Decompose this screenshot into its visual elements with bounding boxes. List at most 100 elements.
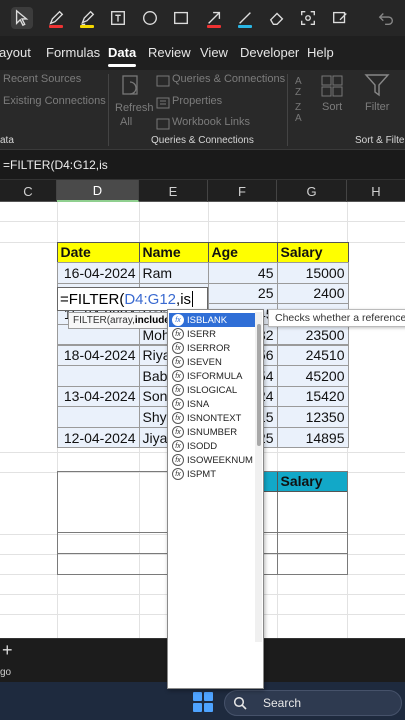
autocomplete-item[interactable]: fx ISLOGICAL [169, 383, 255, 397]
properties-button[interactable]: Properties [172, 95, 222, 107]
tab-help[interactable]: Help [307, 45, 334, 60]
table-cell[interactable]: 25 [207, 282, 278, 305]
function-fx-icon: fx [172, 314, 184, 326]
get-data-group-label: ata [0, 135, 14, 146]
column-header-e[interactable]: E [139, 180, 208, 202]
column-header-c[interactable]: C [0, 180, 57, 202]
header-age[interactable]: Age [207, 241, 278, 264]
select-cursor-icon[interactable] [11, 7, 33, 29]
autocomplete-item[interactable]: fx ISBLANK [169, 313, 255, 327]
tab-view[interactable]: View [200, 45, 228, 60]
tab-data[interactable]: Data [108, 45, 137, 67]
add-sheet-button[interactable]: + [2, 640, 13, 661]
taskbar-search-box[interactable]: Search [224, 690, 402, 716]
autocomplete-item[interactable]: fx ISNUMBER [169, 425, 255, 439]
function-fx-icon: fx [172, 412, 184, 424]
queries-connections-icon [156, 74, 170, 92]
autocomplete-item[interactable]: fx ISEVEN [169, 355, 255, 369]
table-cell[interactable]: 45200 [276, 365, 349, 387]
autocomplete-item-label: ISNA [187, 398, 210, 410]
autocomplete-item-label: ISLOGICAL [187, 384, 238, 396]
recent-sources-button[interactable]: Recent Sources [3, 73, 81, 85]
table-cell[interactable]: 12350 [276, 406, 349, 428]
sort-za-icon[interactable]: Z A [295, 102, 307, 124]
line-icon[interactable] [234, 7, 256, 29]
column-header-h[interactable]: H [347, 180, 405, 202]
table-cell[interactable]: 45 [207, 262, 278, 284]
existing-connections-button[interactable]: Existing Connections [3, 95, 106, 107]
refresh-all-icon[interactable] [120, 74, 144, 105]
arrow-icon[interactable] [203, 7, 225, 29]
tab-review[interactable]: Review [148, 45, 191, 60]
rectangle-icon[interactable] [170, 7, 192, 29]
highlighter-icon[interactable] [76, 7, 98, 29]
whiteboard-icon[interactable] [329, 7, 351, 29]
screenshot-icon[interactable] [297, 7, 319, 29]
refresh-all-label[interactable]: All [120, 116, 132, 128]
autocomplete-item[interactable]: fx ISODD [169, 439, 255, 453]
table-cell[interactable]: 12-04-2024 [56, 426, 140, 449]
autocomplete-item-label: ISEVEN [187, 356, 222, 368]
tab-developer[interactable]: Developer [240, 45, 299, 60]
table-cell[interactable]: 15000 [276, 262, 349, 284]
table-cell[interactable]: Ram [138, 262, 209, 284]
sort-dialog-icon[interactable] [320, 74, 344, 103]
function-fx-icon: fx [172, 356, 184, 368]
filter-button-label[interactable]: Filter [365, 101, 389, 113]
sort-az-icon[interactable]: A Z [295, 76, 307, 98]
header-date[interactable]: Date [56, 241, 140, 264]
autocomplete-item[interactable]: fx ISERR [169, 327, 255, 341]
drawing-toolbar [0, 0, 405, 36]
tab-formulas[interactable]: Formulas [46, 45, 100, 60]
circle-icon[interactable] [139, 7, 161, 29]
filter-funnel-icon[interactable] [364, 72, 390, 103]
autocomplete-item[interactable]: fx ISPMT [169, 467, 255, 481]
autocomplete-item[interactable]: fx ISNONTEXT [169, 411, 255, 425]
editing-cell-d13[interactable]: =FILTER(D4:G12 ,is [57, 287, 208, 311]
autocomplete-item-label: ISNONTEXT [187, 412, 242, 424]
workbook-links-icon [156, 117, 170, 135]
refresh-label[interactable]: Refresh [115, 102, 154, 114]
autocomplete-item[interactable]: fx ISFORMULA [169, 369, 255, 383]
tab-page-layout[interactable]: ayout [0, 45, 31, 60]
autocomplete-item-label: ISOWEEKNUM [187, 454, 253, 466]
search-icon [233, 696, 247, 710]
table-cell[interactable]: 18-04-2024 [56, 344, 140, 367]
column-header-f[interactable]: F [208, 180, 277, 202]
table-cell[interactable]: 14895 [276, 426, 349, 449]
function-fx-icon: fx [172, 440, 184, 452]
text-box-icon[interactable] [107, 7, 129, 29]
workbook-links-button[interactable]: Workbook Links [172, 116, 250, 128]
queries-group-label: Queries & Connections [151, 135, 254, 146]
header-salary[interactable]: Salary [276, 241, 349, 264]
table-cell[interactable]: 13-04-2024 [56, 385, 140, 408]
pen-icon[interactable] [45, 7, 67, 29]
function-fx-icon: fx [172, 454, 184, 466]
queries-connections-button[interactable]: Queries & Connections [172, 73, 285, 85]
autocomplete-item[interactable]: fx ISNA [169, 397, 255, 411]
sort-button-label[interactable]: Sort [322, 101, 342, 113]
table-cell[interactable]: 24510 [276, 344, 349, 367]
function-autocomplete-list[interactable]: fx ISBLANK fx ISERR fx ISERROR fx ISEVEN fx ISFOR… [167, 309, 264, 689]
table-cell[interactable]: 2400 [276, 282, 349, 305]
function-description-tooltip: Checks whether a reference is [268, 309, 405, 327]
undo-icon[interactable] [375, 7, 397, 29]
eraser-icon[interactable] [266, 7, 288, 29]
autocomplete-item[interactable]: fx ISERROR [169, 341, 255, 355]
table-cell[interactable]: 16-04-2024 [56, 262, 140, 284]
autocomplete-scroll-thumb[interactable] [257, 324, 261, 446]
windows-start-icon[interactable] [193, 692, 213, 712]
table-cell[interactable] [56, 406, 140, 428]
column-header-g[interactable]: G [277, 180, 347, 202]
table-cell[interactable] [56, 365, 140, 387]
autocomplete-item-label: ISFORMULA [187, 370, 243, 382]
autocomplete-item-label: ISNUMBER [187, 426, 238, 438]
table-cell[interactable]: 15420 [276, 385, 349, 408]
table-cell[interactable]: 23500 [276, 323, 349, 346]
autocomplete-item[interactable]: fx ISOWEEKNUM [169, 453, 255, 467]
header-name[interactable]: Name [138, 241, 209, 264]
formula-bar[interactable]: =FILTER(D4:G12,is [0, 150, 405, 180]
function-fx-icon: fx [172, 384, 184, 396]
result-header-salary[interactable]: Salary [276, 470, 348, 492]
column-header-d[interactable]: D [57, 180, 139, 202]
